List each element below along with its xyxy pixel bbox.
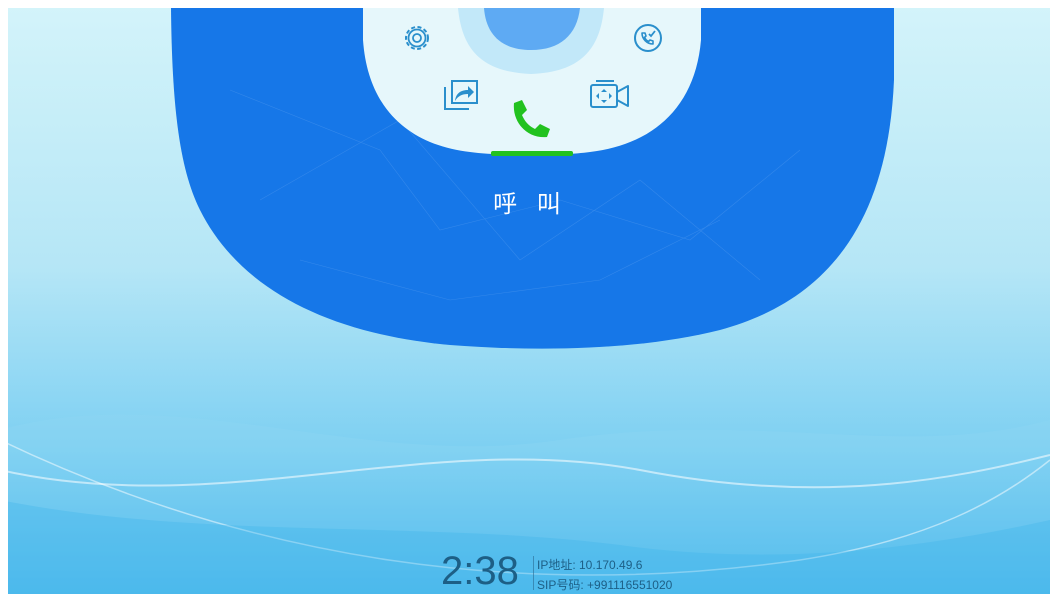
main-menu-panel [171,8,894,349]
video-camera-icon[interactable] [588,77,632,113]
clock: 2:38 [441,549,519,593]
selected-menu-label: 呼 叫 [493,190,567,218]
phone-icon[interactable] [508,97,552,141]
gear-icon[interactable] [401,22,433,54]
home-screen: 呼 叫 2:38 IP地址: 10.170.49.6 SIP号码: +99111… [0,0,1050,594]
sip-number: SIP号码: +991116551020 [537,578,673,592]
status-divider [533,556,534,590]
left-border [0,0,8,594]
ip-address: IP地址: 10.170.49.6 [537,558,643,572]
phone-check-icon[interactable] [632,22,664,54]
share-screen-icon[interactable] [441,79,481,113]
top-border [0,0,1050,8]
status-bar [0,548,1050,594]
